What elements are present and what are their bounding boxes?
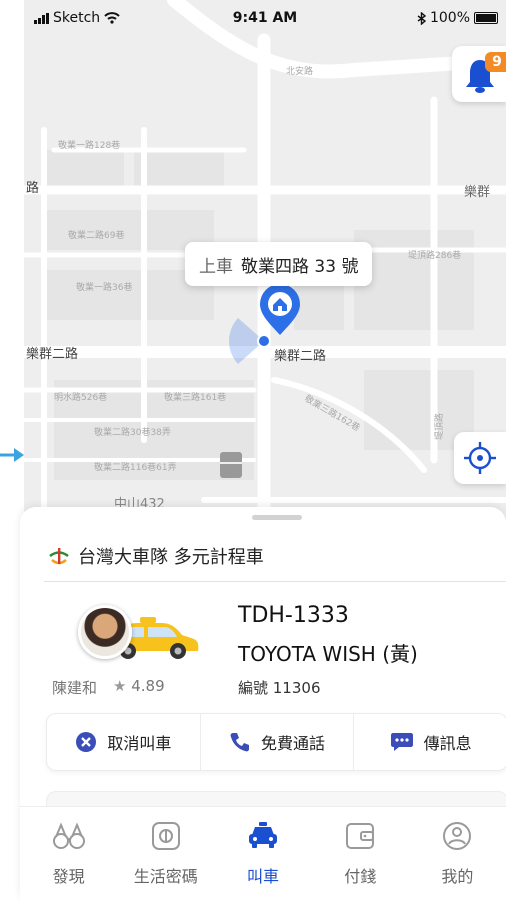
bluetooth-icon [417,11,426,25]
map-label: 敬業三路161巷 [164,391,226,403]
tab-call-taxi[interactable]: 叫車 [214,807,311,900]
binoculars-icon [52,822,85,849]
taxi-icon [249,822,277,848]
battery: 100% [417,10,498,26]
map-label: 路 [26,180,39,196]
map-label: 樂群二路 [26,346,78,362]
pickup-address: 敬業四路 33 號 [241,256,359,277]
message-button[interactable]: 傳訊息 [353,714,506,770]
map-label: 明水路526巷 [54,391,107,403]
pickup-label: 上車 [199,256,233,277]
message-icon [390,733,413,751]
status-bar: Sketch 9:41 AM 100% [24,0,506,40]
map-label: 樂群二路 [274,348,326,364]
pickup-tooltip[interactable]: 上車 敬業四路 33 號 [185,242,373,286]
code-icon [151,822,180,850]
message-label: 傳訊息 [423,734,472,753]
driver-avatar [78,605,132,659]
map-label: 敬業二路116巷61弄 [94,461,177,473]
current-location-dot [257,334,271,348]
fleet-logo-icon [49,548,69,565]
fleet-name: 台灣大車隊 多元計程車 [78,547,264,568]
battery-percent: 100% [429,10,470,26]
map-label: 堤頂路286巷 [408,249,461,261]
cancel-ride-button[interactable]: 取消叫車 [47,714,200,770]
map-label: 敬業一路36巷 [76,281,132,293]
wallet-icon [346,823,375,849]
driver-block[interactable]: 陳建和 ★ 4.89 [52,597,202,707]
fleet-row: 台灣大車隊 多元計程車 [48,543,264,569]
vehicle-model: TOYOTA WISH (黃) [238,642,418,666]
divider [44,581,506,582]
map-label: 北安路 [286,65,313,77]
action-bar: 取消叫車 免費通話 傳訊息 [46,713,506,771]
tab-label: 付錢 [344,867,377,886]
tab-label: 發現 [52,867,85,886]
vehicle-number: 編號 11306 [238,679,321,697]
tab-discover[interactable]: 發現 [20,807,117,900]
vehicle-info: TDH-1333 TOYOTA WISH (黃) 編號 11306 [238,603,418,698]
notification-badge: 9 [485,52,506,72]
left-edge-arrow-icon [0,448,24,462]
tab-profile[interactable]: 我的 [409,807,506,900]
locate-me-button[interactable] [454,432,506,484]
map-label: 敬業一路128巷 [58,139,120,151]
tab-label: 叫車 [247,867,280,886]
tab-label: 我的 [441,867,474,886]
driver-name: 陳建和 [52,679,98,697]
free-call-button[interactable]: 免費通話 [199,714,354,770]
phone-icon [230,733,249,752]
profile-icon [443,822,472,850]
sheet-drag-handle[interactable] [252,515,302,520]
map-label: 敬業二路30巷38弄 [94,426,171,438]
license-plate: TDH-1333 [238,603,349,628]
driver-meta: 陳建和 ★ 4.89 [52,677,222,698]
tab-life-code[interactable]: 生活密碼 [117,807,214,900]
notification-button[interactable]: 9 [452,46,506,102]
tab-label: 生活密碼 [133,867,198,886]
map-label: 敬業二路69巷 [68,229,124,241]
cancel-ride-label: 取消叫車 [107,734,172,753]
tab-pay[interactable]: 付錢 [312,807,409,900]
map-label: 堤頂路 [433,413,445,440]
map-label: 樂群 [464,184,490,200]
battery-icon [474,12,498,24]
bottom-tab-bar: 發現 生活密碼 叫車 付錢 我的 [20,806,506,900]
crosshair-icon [464,442,496,474]
cancel-icon [76,732,97,752]
driver-rating: ★ 4.89 [113,677,165,698]
free-call-label: 免費通話 [261,734,326,753]
rating-value: 4.89 [131,677,165,695]
star-icon: ★ [113,677,127,695]
